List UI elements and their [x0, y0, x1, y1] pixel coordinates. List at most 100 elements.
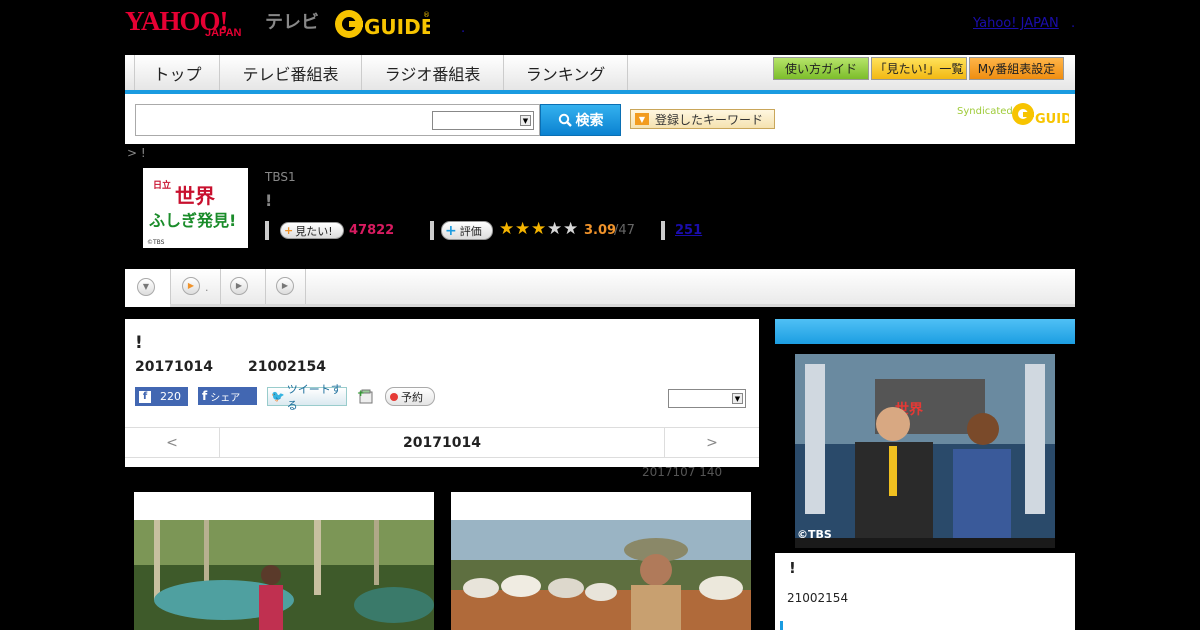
twitter-icon: 🐦 [271, 390, 285, 403]
mitai-button[interactable]: + 見たい! [280, 222, 344, 239]
share-select[interactable]: ▼ [668, 389, 746, 408]
nav-tab-radio-schedule[interactable]: ラジオ番組表 [362, 55, 504, 90]
star-empty-icon: ★ [563, 219, 579, 239]
rating-stars: ★ ★ ★ ★ ★ [499, 219, 579, 239]
play-icon[interactable]: ▶ [230, 277, 248, 295]
thumb-title-2: ふしぎ発見! [149, 211, 236, 230]
review-count-link[interactable]: 251 [675, 223, 702, 238]
jungle-spring-image [134, 520, 434, 630]
yahoo-japan-logo-sub: JAPAN [205, 27, 242, 39]
episode-photo[interactable] [134, 492, 434, 630]
svg-text:+: + [357, 389, 365, 399]
star-filled-icon: ★ [499, 219, 515, 239]
stat-divider [265, 221, 269, 240]
cattle-herd-image [451, 520, 751, 630]
gguide-logo-text: GUIDE [364, 15, 430, 39]
thumb-credit: ©TBS [147, 239, 165, 246]
tab-label: . [205, 281, 209, 294]
hosts-photo[interactable]: 世界 ©TBS [795, 354, 1055, 548]
nav-tab-tv-schedule[interactable]: テレビ番組表 [220, 55, 362, 90]
rate-button[interactable]: + 評価 [441, 221, 493, 240]
facebook-like-button[interactable]: f 220 [135, 387, 188, 406]
chevron-down-icon: ▼ [137, 278, 155, 296]
header-dot: . [461, 21, 466, 36]
guide-button[interactable]: 使い方ガイド [773, 57, 869, 80]
chevron-down-icon: ▼ [520, 115, 531, 126]
broadcast-title: ! [135, 333, 143, 353]
program-tabs: ▼ ▶ . ▶ ▶ [125, 269, 1075, 307]
syndicated-gguide-logo: GUIDE [1012, 103, 1069, 127]
search-button[interactable]: 検索 [540, 104, 621, 136]
registered-keywords-button[interactable]: ▼ 登録したキーワード [630, 109, 775, 129]
search-category-select[interactable]: ▼ [432, 111, 534, 130]
current-day-label: 20171014 [403, 434, 481, 451]
facebook-icon: f [202, 389, 208, 403]
star-filled-icon: ★ [515, 219, 531, 239]
yahoo-japan-link[interactable]: Yahoo! JAPAN [973, 16, 1059, 31]
previous-day-button[interactable]: < [125, 428, 220, 457]
mitai-list-button[interactable]: 「見たい!」一覧 [871, 57, 967, 80]
dropdown-arrow-icon: ▼ [635, 113, 649, 125]
svg-text:日立: 日立 [153, 179, 171, 191]
tab-divider [170, 269, 171, 304]
tv-logo-label[interactable]: テレビ [265, 8, 319, 34]
hosts-photo-credit: ©TBS [797, 528, 832, 541]
mitai-count: 47822 [349, 223, 395, 238]
episode-photo[interactable] [451, 492, 751, 630]
side-panel-header [775, 319, 1075, 344]
thumb-title-1: 世界 [175, 184, 215, 208]
plus-icon: + [445, 222, 457, 239]
breadcrumb: > ! [127, 146, 146, 160]
record-icon [390, 392, 398, 401]
side-time: 21002154 [787, 591, 849, 605]
program-thumbnail[interactable]: 日立 世界 ふしぎ発見! ©TBS [143, 168, 248, 248]
gguide-logo[interactable]: GUIDE ® [334, 8, 430, 40]
main-nav: トップ テレビ番組表 ラジオ番組表 ランキング 使い方ガイド 「見たい!」一覧 … [125, 55, 1075, 94]
tweet-label: ツイートする [286, 382, 342, 412]
station-label: TBS1 [265, 170, 296, 184]
stat-divider [430, 221, 434, 240]
rate-button-label: 評価 [459, 224, 482, 238]
tab-divider [220, 269, 221, 304]
search-button-label: 検索 [575, 113, 604, 129]
next-day-button[interactable]: > [664, 428, 759, 457]
side-panel: 世界 ©TBS ! 21002154 [775, 319, 1075, 630]
plus-icon: + [284, 224, 294, 237]
reserve-button[interactable]: 予約 [385, 387, 435, 406]
tab-divider [305, 269, 306, 304]
nav-tab-ranking[interactable]: ランキング [504, 55, 628, 90]
my-schedule-settings-button[interactable]: My番組表設定 [969, 57, 1064, 80]
like-count: 220 [160, 390, 181, 403]
syndicated-label: Syndicated [957, 106, 1013, 117]
tweet-button[interactable]: 🐦 ツイートする [267, 383, 347, 412]
side-title: ! [789, 559, 796, 577]
mitai-button-label: 見たい! [295, 224, 333, 238]
day-navigator: < 20171014 > [125, 427, 759, 458]
chevron-down-icon: ▼ [732, 393, 743, 404]
program-title: ! [265, 191, 273, 210]
facebook-icon: f [139, 390, 151, 403]
nav-tab-top[interactable]: トップ [136, 55, 220, 90]
facebook-share-button[interactable]: f シェア [198, 387, 257, 405]
rating-value: 3.09 [584, 223, 617, 238]
star-empty-icon: ★ [547, 219, 563, 239]
search-bar: ▼ 検索 ▼ 登録したキーワード Syndicated GUIDE [125, 94, 1075, 144]
header-link-dot: . [1071, 16, 1076, 31]
play-icon[interactable]: ▶ [182, 277, 200, 295]
broadcast-time: 21002154 [248, 359, 326, 375]
tab-dropdown[interactable]: ▼ [125, 269, 170, 307]
broadcast-info-panel: ! 20171014 21002154 f 220 f シェア 🐦 ツイートする… [125, 319, 759, 467]
syndicated-gguide-text: GUIDE [1035, 112, 1069, 127]
update-note: 2017107 140 [642, 465, 723, 479]
registered-keywords-label: 登録したキーワード [655, 112, 764, 127]
svg-text:®: ® [423, 11, 430, 19]
play-icon[interactable]: ▶ [276, 277, 294, 295]
side-accent-bar [780, 621, 783, 630]
share-label: シェア [210, 392, 241, 404]
tab-divider [265, 269, 266, 304]
add-bookmark-icon[interactable]: + [357, 388, 375, 405]
reserve-label: 予約 [401, 390, 423, 404]
nav-left-cap [125, 55, 135, 90]
search-icon [558, 113, 572, 127]
stat-divider [661, 221, 665, 240]
